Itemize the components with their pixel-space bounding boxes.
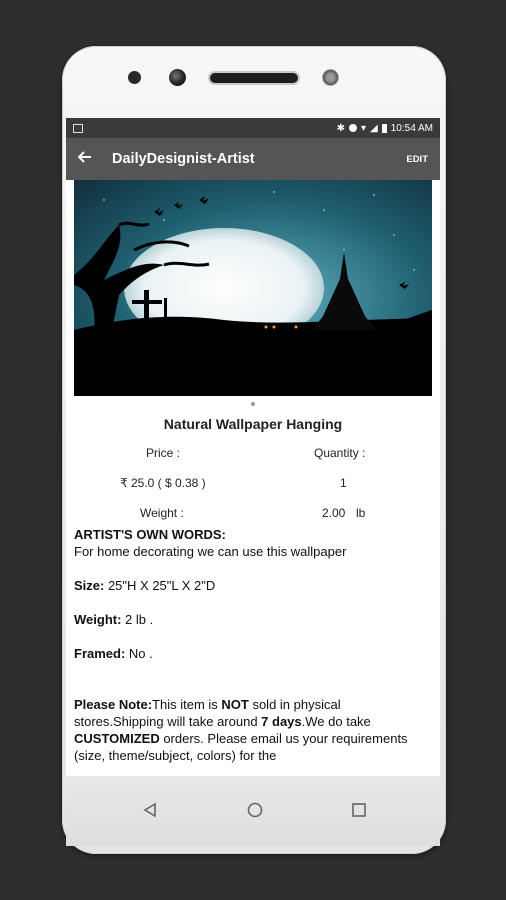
product-details: Natural Wallpaper Hanging Price : Quanti… [74, 412, 432, 764]
earpiece-speaker [210, 73, 298, 83]
artist-heading: ARTIST'S OWN WORDS: [74, 527, 226, 542]
front-camera [169, 69, 186, 86]
quantity-label: Quantity : [314, 446, 366, 460]
wifi-icon: ▾ [361, 122, 367, 134]
dnd-icon [349, 124, 357, 132]
framed-row: Framed: No . [74, 646, 153, 661]
image-notification-icon [73, 123, 83, 133]
price-quantity-grid: Price : Quantity : ₹ 25.0 ( $ 0.38 ) 1 W… [74, 432, 432, 524]
price-label: Price : [146, 446, 181, 460]
price-value: ₹ 25.0 ( $ 0.38 ) [120, 476, 206, 490]
quantity-value: 1 [340, 476, 347, 490]
battery-icon [381, 123, 387, 133]
square-recents-icon[interactable] [351, 802, 367, 823]
status-time: 10:54 AM [390, 122, 433, 134]
weight-value: 2.00 [322, 506, 346, 520]
arrow-left-icon[interactable] [77, 150, 92, 168]
bluetooth-icon: ✱ [336, 122, 345, 134]
system-navigation-bar [66, 776, 440, 846]
signal-icon: ◢ [370, 122, 378, 134]
weight-row: Weight: 2 lb . [74, 612, 154, 627]
app-toolbar: DailyDesignist-Artist EDIT [66, 138, 440, 180]
sensor-dot [128, 71, 141, 84]
weight-unit: lb [356, 506, 366, 520]
image-pager-indicator [251, 402, 255, 406]
app-screen: ✱ ▾ ◢ 10:54 AM DailyDesignist-Artist EDI… [66, 118, 440, 776]
triangle-back-icon[interactable] [142, 802, 158, 823]
page-title: DailyDesignist-Artist [112, 151, 255, 167]
product-title: Natural Wallpaper Hanging [163, 416, 343, 432]
size-row: Size: 25"H X 25"L X 2"D [74, 578, 216, 593]
weight-label: Weight : [140, 506, 184, 520]
edit-button[interactable]: EDIT [406, 154, 428, 165]
artist-description: For home decorating we can use this wall… [74, 544, 347, 559]
product-image[interactable] [74, 180, 432, 396]
please-note: Please Note:This item is NOT sold in phy… [74, 697, 408, 763]
circle-home-icon[interactable] [247, 802, 263, 823]
proximity-sensor [322, 69, 339, 86]
status-bar: ✱ ▾ ◢ 10:54 AM [66, 118, 440, 138]
